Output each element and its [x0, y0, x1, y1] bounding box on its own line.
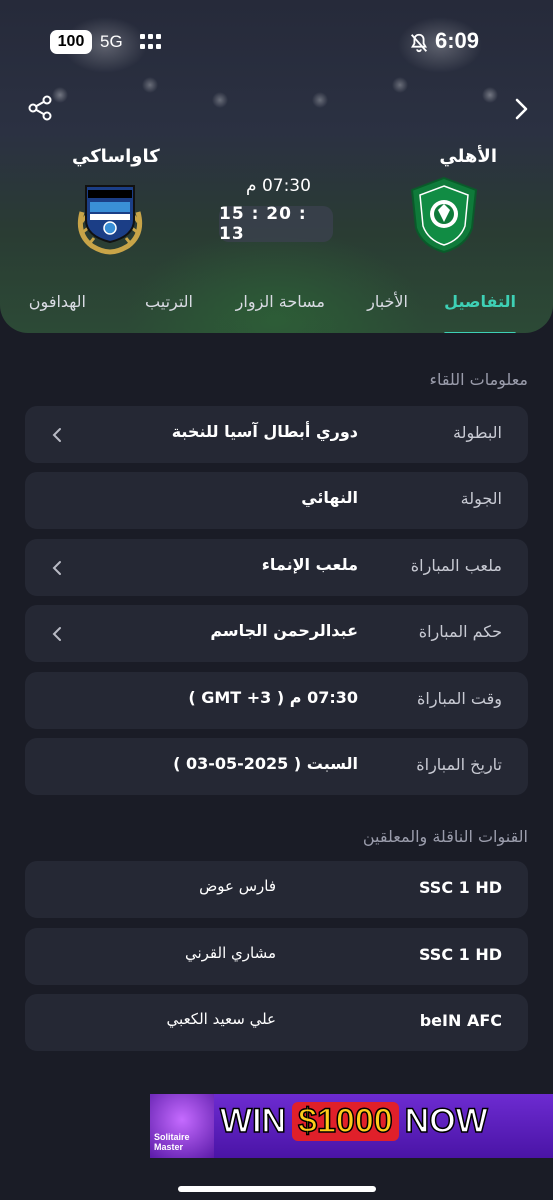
chevron-right-icon[interactable] [510, 95, 534, 123]
ad-win-text: WIN [219, 1101, 287, 1141]
tab-news[interactable]: الأخبار [367, 292, 408, 311]
battery-indicator: 100 [50, 30, 92, 54]
info-label: حكم المباراة [418, 622, 502, 641]
info-row-round: الجولة النهائي [25, 472, 528, 529]
clock: 6:09 [435, 28, 480, 53]
stadium-lights [0, 55, 553, 115]
away-team-logo[interactable] [72, 176, 148, 256]
broadcast-row[interactable]: SSC 1 HD مشاري القرني [25, 928, 528, 985]
info-label: تاريخ المباراة [416, 755, 502, 774]
info-value: ملعب الإنماء [261, 555, 358, 574]
match-info-title: معلومات اللقاء [429, 370, 528, 389]
tab-visitors-area[interactable]: مساحة الزوار [236, 292, 325, 311]
info-row-referee[interactable]: حكم المباراة عبدالرحمن الجاسم [25, 605, 528, 662]
chevron-left-icon [52, 627, 61, 641]
mute-bell-icon [410, 33, 428, 53]
tab-details[interactable]: التفاصيل [444, 292, 516, 311]
status-bar: 100 5G 6:09 [0, 24, 553, 60]
channel-name: SSC 1 HD [418, 878, 502, 897]
info-label: الجولة [460, 489, 502, 508]
channel-name: SSC 1 HD [418, 945, 502, 964]
ad-amount: $1000 [292, 1101, 399, 1141]
home-indicator[interactable] [178, 1186, 376, 1192]
commentator-name: فارس عوض [199, 877, 276, 895]
ad-app-logo: Solitaire Master [150, 1094, 214, 1158]
signal-icon [140, 34, 162, 50]
info-value: 07:30 م ( GMT +3 ) [188, 688, 358, 707]
info-label: وقت المباراة [417, 689, 502, 708]
broadcast-row[interactable]: SSC 1 HD فارس عوض [25, 861, 528, 918]
commentator-name: مشاري القرني [184, 944, 276, 962]
chevron-left-icon [52, 428, 61, 442]
commentator-name: علي سعيد الكعبي [166, 1010, 276, 1028]
away-team-name[interactable]: كاواساكي [72, 146, 160, 167]
tab-scorers[interactable]: الهدافون [29, 292, 86, 311]
kickoff-time: 07:30 م [246, 176, 311, 196]
match-header: 100 5G 6:09 الأهلي كاواساكي 07:30 م 15:… [0, 0, 553, 333]
info-value: السبت ( 2025-05-03 ) [173, 754, 358, 773]
info-value: عبدالرحمن الجاسم [210, 621, 358, 640]
info-row-stadium[interactable]: ملعب المباراة ملعب الإنماء [25, 539, 528, 596]
broadcast-title: القنوات الناقلة والمعلقين [362, 827, 528, 846]
chevron-left-icon [52, 561, 61, 575]
active-tab-indicator [444, 332, 516, 333]
info-label: ملعب المباراة [410, 556, 502, 575]
broadcast-row[interactable]: beIN AFC علي سعيد الكعبي [25, 994, 528, 1051]
ad-banner[interactable]: Solitaire Master WIN $1000 NOW [150, 1094, 553, 1158]
ad-now-text: NOW [404, 1101, 489, 1141]
info-row-date: تاريخ المباراة السبت ( 2025-05-03 ) [25, 738, 528, 795]
tab-standings[interactable]: الترتيب [145, 292, 193, 311]
network-label: 5G [100, 32, 123, 51]
info-value: النهائي [301, 488, 358, 507]
home-team-name[interactable]: الأهلي [439, 146, 497, 167]
ad-headline: WIN $1000 NOW [219, 1101, 489, 1141]
tab-bar: التفاصيل الأخبار مساحة الزوار الترتيب ال… [0, 292, 553, 333]
info-row-competition[interactable]: البطولة دوري أبطال آسيا للنخبة [25, 406, 528, 463]
info-row-time: وقت المباراة 07:30 م ( GMT +3 ) [25, 672, 528, 729]
share-icon[interactable] [26, 94, 54, 122]
info-value: دوري أبطال آسيا للنخبة [171, 422, 358, 441]
home-team-logo[interactable] [408, 176, 480, 254]
countdown-timer: 15 : 20 : 13 [219, 204, 333, 244]
info-label: البطولة [453, 423, 502, 442]
channel-name: beIN AFC [419, 1011, 502, 1030]
